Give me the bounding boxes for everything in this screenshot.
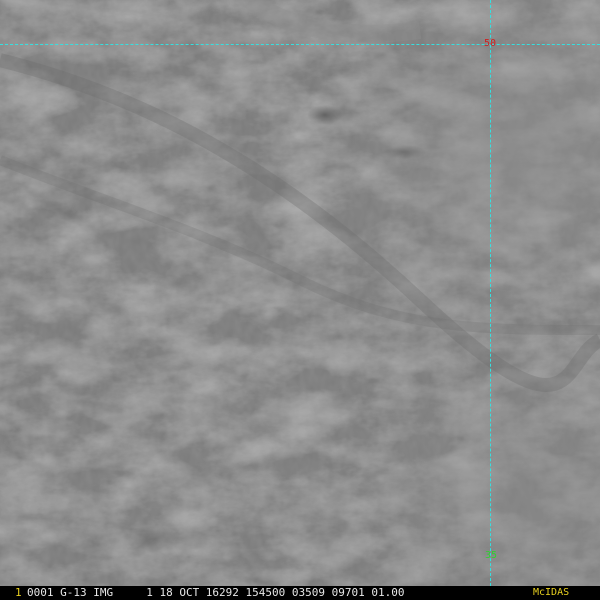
dark-cloud-gap — [120, 526, 180, 554]
status-bar: 1 0001 G-13 IMG 1 18 OCT 16292 154500 03… — [0, 586, 600, 600]
longitude-label: 35 — [485, 550, 498, 561]
frame-number: 1 — [15, 586, 22, 599]
software-label: McIDAS — [533, 587, 570, 598]
dark-cloud-gap — [307, 105, 343, 125]
latitude-label: 50 — [484, 38, 497, 49]
satellite-image — [0, 0, 600, 586]
image-viewer[interactable]: 50 35 1 0001 G-13 IMG 1 18 OCT 16292 154… — [0, 0, 600, 600]
image-header-text: 0001 G-13 IMG 1 18 OCT 16292 154500 0350… — [27, 586, 405, 599]
dark-cloud-gap — [383, 145, 427, 159]
